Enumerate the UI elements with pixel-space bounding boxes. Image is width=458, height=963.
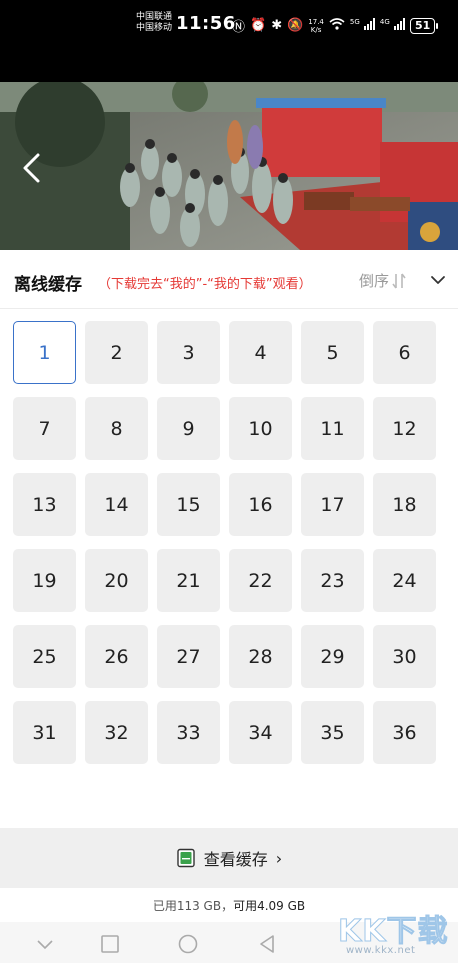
chevron-right-icon: › [275,848,283,868]
chevron-down-icon [37,940,53,950]
offline-cache-header: 离线缓存 （下载完去“我的”-“我的下载”观看） 倒序 [0,250,458,309]
network-speed: 17.4 K/s [308,17,324,34]
sd-card-icon [177,848,195,868]
episode-tile[interactable]: 19 [13,549,76,612]
episode-tile[interactable]: 22 [229,549,292,612]
storage-used: 已用113 GB， [152,899,234,913]
carrier-labels: 中国联通 中国移动 [136,12,172,34]
episode-tile[interactable]: 6 [373,321,436,384]
episode-tile[interactable]: 18 [373,473,436,536]
episode-tile[interactable]: 16 [229,473,292,536]
episode-tile[interactable]: 35 [301,701,364,764]
episode-tile[interactable]: 8 [85,397,148,460]
episode-tile[interactable]: 10 [229,397,292,460]
watermark-logo: KK下载 [338,914,449,950]
episode-tile[interactable]: 14 [85,473,148,536]
episode-tile[interactable]: 7 [13,397,76,460]
sort-label: 倒序 [359,272,390,290]
view-cache-button[interactable]: 查看缓存 › [0,828,458,888]
download-hint: （下载完去“我的”-“我的下载”观看） [98,277,312,292]
episode-tile[interactable]: 29 [301,625,364,688]
expand-button[interactable] [428,272,448,288]
sort-icon [392,273,406,288]
video-frame-image [0,82,458,250]
episode-tile[interactable]: 11 [301,397,364,460]
storage-available: 可用4.09 GB [233,899,306,913]
episode-tile[interactable]: 31 [13,701,76,764]
episode-tile[interactable]: 20 [85,549,148,612]
episode-tile[interactable]: 2 [85,321,148,384]
episode-grid: 1 2 3 4 5 6 7 8 9 10 11 12 13 14 15 16 17 18 19 20 21 22 23 24 2… [13,321,437,764]
episode-tile[interactable]: 25 [13,625,76,688]
chevron-down-icon [431,276,445,284]
episode-tile[interactable]: 21 [157,549,220,612]
alarm-icon: ⏰ [250,18,267,33]
mute-icon: 🔕 [287,18,304,33]
episode-tile[interactable]: 24 [373,549,436,612]
nfc-icon: Ⓝ [232,20,246,35]
episode-tile[interactable]: 17 [301,473,364,536]
nav-recents-button[interactable] [99,934,121,954]
episode-tile[interactable]: 13 [13,473,76,536]
view-cache-label: 查看缓存 [203,850,268,869]
episode-tile[interactable]: 28 [229,625,292,688]
triangle-back-icon [260,935,274,953]
episode-tile[interactable]: 23 [301,549,364,612]
episode-tile[interactable]: 33 [157,701,220,764]
status-icons: Ⓝ ⏰ ✱ 🔕 17.4 K/s 5G 4G 51 [232,16,439,35]
page-title: 离线缓存 [14,275,82,295]
episode-tile[interactable]: 12 [373,397,436,460]
chevron-left-icon [23,153,40,183]
episode-tile[interactable]: 32 [85,701,148,764]
sort-order-button[interactable]: 倒序 [359,270,406,291]
carrier-1: 中国联通 [136,12,173,22]
episode-tile[interactable]: 15 [157,473,220,536]
episode-tile[interactable]: 27 [157,625,220,688]
clock: 11:56 [176,13,236,34]
episode-tile[interactable]: 36 [373,701,436,764]
signal-sim2-icon: 4G [380,17,405,34]
video-player[interactable] [0,82,458,250]
episode-tile[interactable]: 26 [85,625,148,688]
wifi-icon [329,17,345,34]
back-button[interactable] [18,152,46,184]
bluetooth-icon: ✱ [271,18,283,33]
signal-sim1-icon: 5G [350,17,375,34]
episode-tile[interactable]: 1 [13,321,76,384]
watermark-url: www.kkx.net [346,945,416,956]
status-bar: 中国联通 中国移动 11:56 Ⓝ ⏰ ✱ 🔕 17.4 K/s 5G 4G 5… [0,0,458,82]
nav-collapse-button[interactable] [34,934,56,954]
nav-home-button[interactable] [177,934,199,954]
carrier-2: 中国移动 [136,23,173,33]
episode-tile[interactable]: 30 [373,625,436,688]
episode-tile[interactable]: 5 [301,321,364,384]
episode-tile[interactable]: 3 [157,321,220,384]
battery-icon: 51 [409,17,439,34]
square-icon [101,935,119,953]
nav-back-button[interactable] [256,934,278,954]
episode-tile[interactable]: 4 [229,321,292,384]
episode-tile[interactable]: 9 [157,397,220,460]
episode-tile[interactable]: 34 [229,701,292,764]
circle-icon [178,934,198,954]
